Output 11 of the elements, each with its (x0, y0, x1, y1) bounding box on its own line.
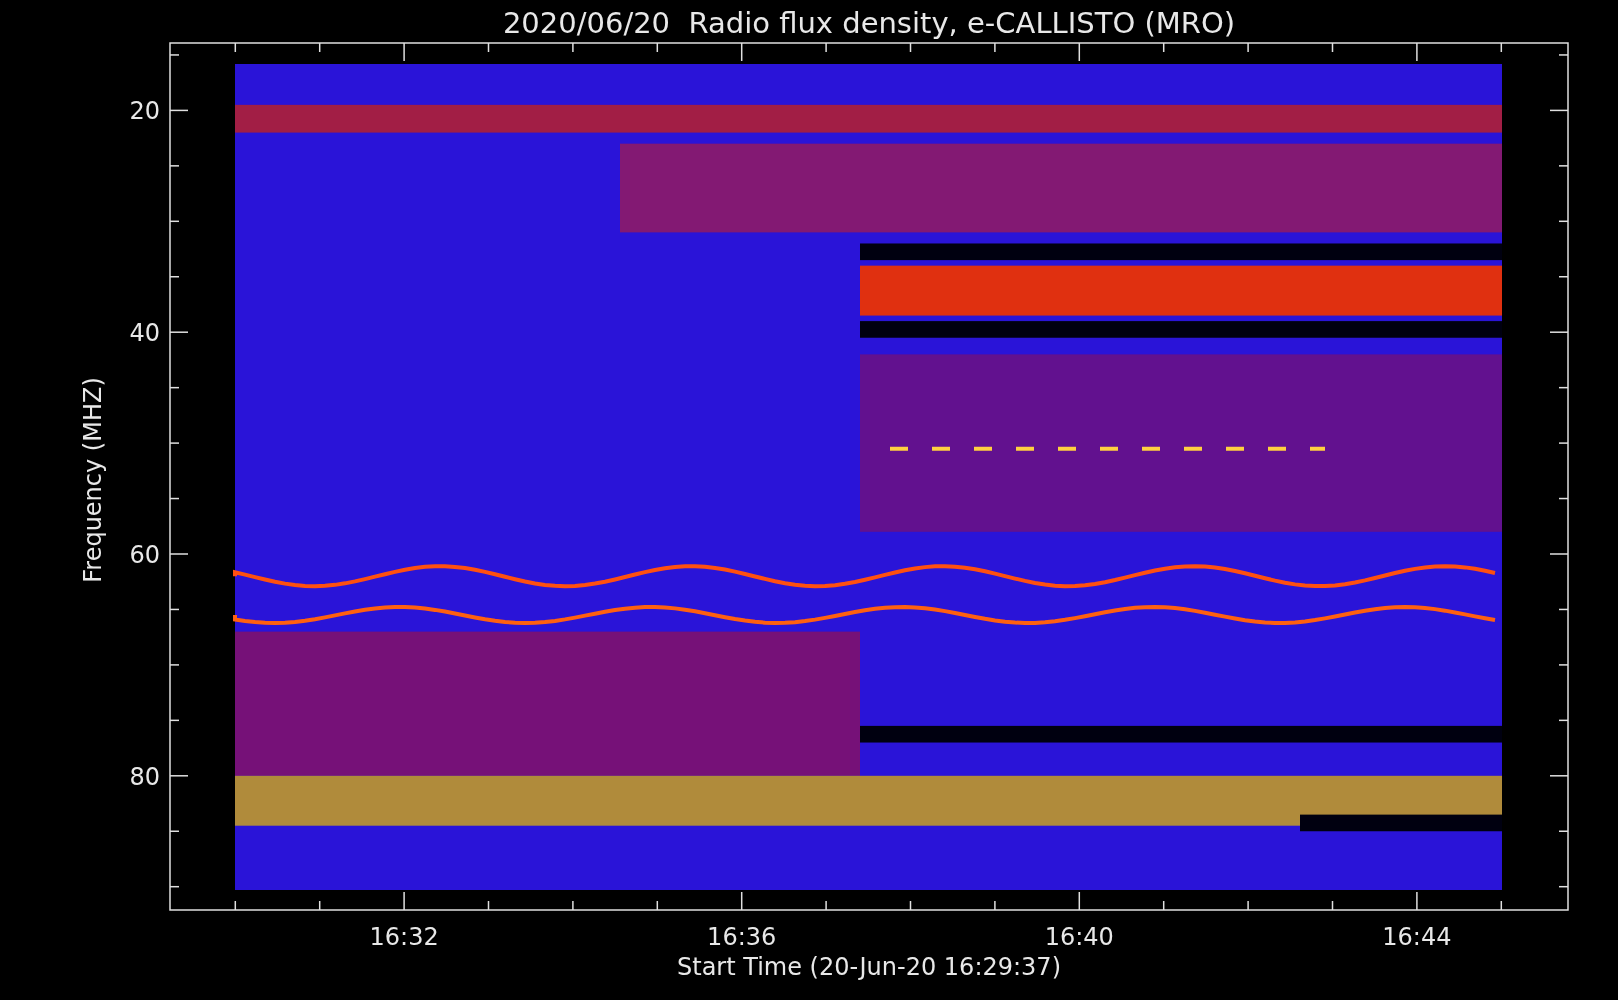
x-axis-title: Start Time (20-Jun-20 16:29:37) (677, 953, 1061, 981)
y-axis-title: Frequency (MHZ) (79, 377, 107, 583)
y-tick-label: 80 (129, 762, 160, 791)
y-tick-label: 40 (129, 319, 160, 348)
chart-title: 2020/06/20 Radio flux density, e-CALLISTO (MRO) (502, 6, 1236, 40)
x-tick-label: 16:44 (1382, 923, 1452, 951)
x-tick-label: 16:36 (707, 923, 777, 951)
x-tick-label: 16:40 (1044, 923, 1114, 951)
y-tick-label: 20 (129, 97, 160, 126)
y-tick-label: 60 (129, 541, 160, 569)
x-tick-label: 16:32 (369, 923, 439, 951)
